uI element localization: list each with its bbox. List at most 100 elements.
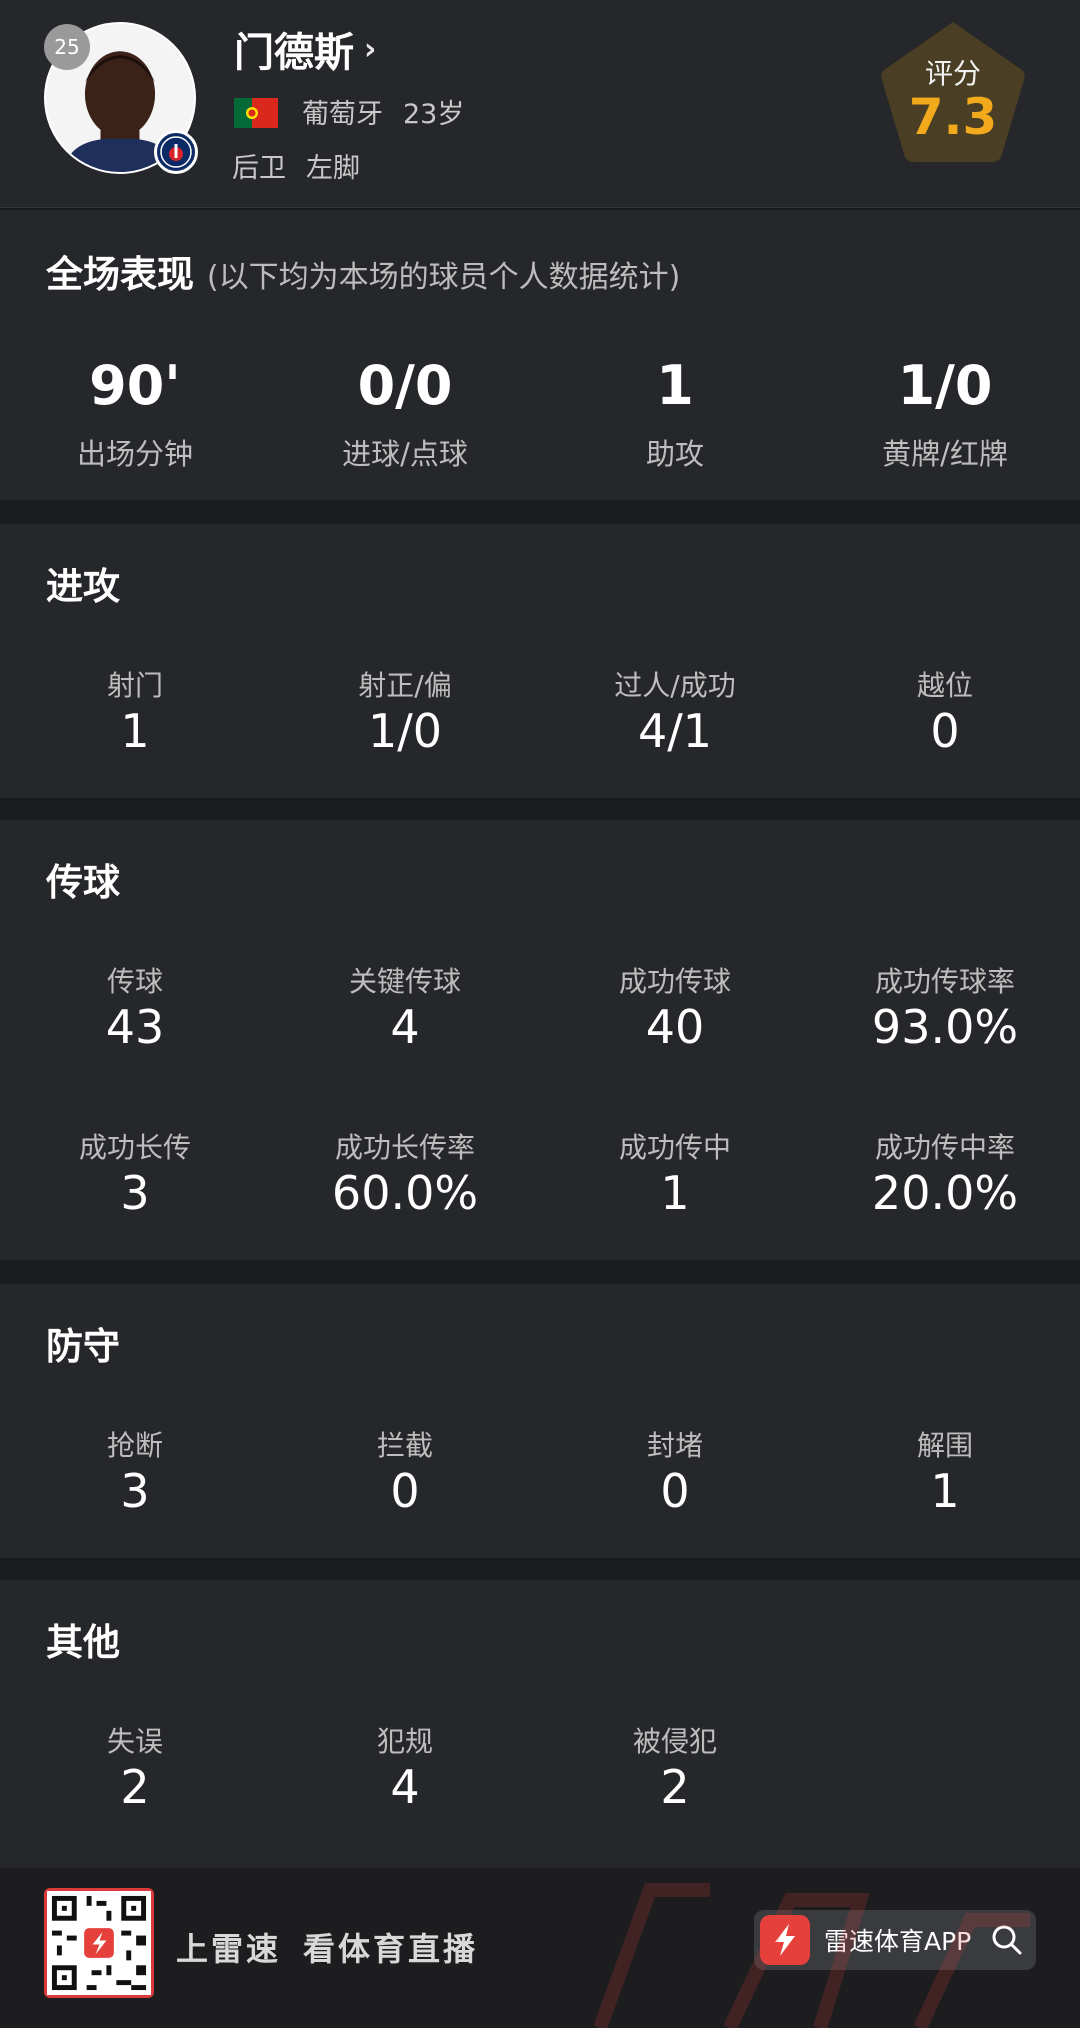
defense-stats: 抢断 3 拦截 0 封堵 0 解围 1 — [0, 1424, 1080, 1518]
stat-label: 封堵 — [646, 1429, 703, 1462]
stat-value: 0 — [930, 704, 960, 758]
stat-value: 1/0 — [367, 704, 443, 758]
qr-code-icon[interactable] — [44, 1888, 154, 1998]
defense-section: 防守 抢断 3 拦截 0 封堵 0 解围 1 — [0, 1284, 1080, 1558]
stat-label: 成功传中 — [618, 1131, 731, 1164]
stat-label: 射门 — [106, 669, 163, 702]
stat-value: 93.0% — [871, 1000, 1019, 1054]
stat-value: 2 — [660, 1760, 690, 1814]
stat-value: 4/1 — [637, 704, 713, 758]
other-stats: 失误 2 犯规 4 被侵犯 2 — [0, 1720, 1080, 1814]
stat-assists: 1 助攻 — [540, 354, 810, 473]
stat-value: 0 — [390, 1464, 420, 1518]
stat-key-passes: 关键传球 4 — [270, 960, 540, 1054]
stat-value: 1 — [120, 704, 150, 758]
attack-title: 进攻 — [46, 565, 120, 608]
overview-stats: 90' 出场分钟 0/0 进球/点球 1 助攻 1/0 黄牌/红牌 — [0, 354, 1080, 473]
stat-value: 40 — [645, 1000, 705, 1054]
stat-label: 成功长传率 — [334, 1131, 475, 1164]
stat-passes: 传球 43 — [0, 960, 270, 1054]
stat-errors: 失误 2 — [0, 1720, 270, 1814]
stat-value: 0/0 — [357, 354, 453, 417]
overview-title-row: 全场表现 (以下均为本场的球员个人数据统计) — [46, 244, 680, 298]
watermark-logo — [593, 1883, 1030, 2028]
slogan-part-2: 看体育直播 — [303, 1930, 479, 1968]
player-age: 23岁 — [403, 99, 465, 130]
stat-value: 90' — [89, 354, 181, 417]
stat-blocks: 封堵 0 — [540, 1424, 810, 1518]
player-header: 25 门德斯 › 葡萄牙 23岁 后卫 左脚 评分 7.3 — [0, 0, 1080, 208]
stat-value: 2 — [120, 1760, 150, 1814]
other-title: 其他 — [46, 1621, 120, 1664]
stat-accurate-passes: 成功传球 40 — [540, 960, 810, 1054]
stat-value: 20.0% — [871, 1166, 1019, 1220]
stat-value: 3 — [120, 1166, 150, 1220]
slogan-part-1: 上雷速 — [176, 1930, 282, 1968]
overview-section: 全场表现 (以下均为本场的球员个人数据统计) 90' 出场分钟 0/0 进球/点… — [0, 210, 1080, 500]
stat-cross-accuracy: 成功传中率 20.0% — [810, 1126, 1080, 1220]
player-position: 后卫 — [232, 153, 286, 184]
stat-label: 被侵犯 — [632, 1725, 717, 1758]
stat-label: 成功传球 — [618, 965, 731, 998]
stat-long-balls: 成功长传 3 — [0, 1126, 270, 1220]
stat-label: 进球/点球 — [342, 437, 468, 471]
stat-label: 传球 — [106, 965, 163, 998]
stat-shots-on-off: 射正/偏 1/0 — [270, 664, 540, 758]
stat-fouls: 犯规 4 — [270, 1720, 540, 1814]
stat-value: 1/0 — [897, 354, 993, 417]
stat-pass-accuracy: 成功传球率 93.0% — [810, 960, 1080, 1054]
stat-label: 成功长传 — [78, 1131, 191, 1164]
jersey-number-badge: 25 — [44, 24, 90, 70]
attack-section: 进攻 射门 1 射正/偏 1/0 过人/成功 4/1 越位 0 — [0, 524, 1080, 798]
stat-long-ball-accuracy: 成功长传率 60.0% — [270, 1126, 540, 1220]
club-badge-icon — [154, 130, 198, 174]
rating-badge: 评分 7.3 — [876, 18, 1030, 168]
stat-label: 助攻 — [645, 437, 704, 471]
other-section: 其他 失误 2 犯规 4 被侵犯 2 — [0, 1580, 1080, 1868]
overview-title: 全场表现 — [46, 253, 194, 296]
stat-value: 1 — [660, 1166, 690, 1220]
stat-label: 拦截 — [376, 1429, 433, 1462]
stat-minutes: 90' 出场分钟 — [0, 354, 270, 473]
stat-value: 4 — [390, 1760, 420, 1814]
stat-shots: 射门 1 — [0, 664, 270, 758]
stat-dribbles: 过人/成功 4/1 — [540, 664, 810, 758]
stat-goals-penalties: 0/0 进球/点球 — [270, 354, 540, 473]
stat-label: 关键传球 — [348, 965, 461, 998]
overview-subtitle: (以下均为本场的球员个人数据统计) — [206, 260, 681, 295]
stat-label: 抢断 — [106, 1429, 163, 1462]
passing-section: 传球 传球 43 关键传球 4 成功传球 40 成功传球率 93.0% 成功长传… — [0, 820, 1080, 1260]
stat-value: 3 — [120, 1464, 150, 1518]
stat-clearances: 解围 1 — [810, 1424, 1080, 1518]
rating-label: 评分 — [924, 57, 981, 90]
passing-stats-row-1: 传球 43 关键传球 4 成功传球 40 成功传球率 93.0% — [0, 960, 1080, 1054]
stat-label: 成功传球率 — [874, 965, 1015, 998]
stat-value: 1 — [656, 354, 694, 417]
player-name: 门德斯 — [234, 30, 354, 76]
footer-slogan: 上雷速 看体育直播 — [176, 1924, 478, 1970]
defense-title: 防守 — [46, 1325, 120, 1368]
attack-stats: 射门 1 射正/偏 1/0 过人/成功 4/1 越位 0 — [0, 664, 1080, 758]
stat-label: 射正/偏 — [358, 669, 452, 702]
nationality: 葡萄牙 — [302, 99, 383, 130]
stat-fouled: 被侵犯 2 — [540, 1720, 810, 1814]
stat-cards: 1/0 黄牌/红牌 — [810, 354, 1080, 473]
stat-value: 4 — [390, 1000, 420, 1054]
stat-value: 0 — [660, 1464, 690, 1518]
passing-stats-row-2: 成功长传 3 成功长传率 60.0% 成功传中 1 成功传中率 20.0% — [0, 1126, 1080, 1220]
stat-label: 成功传中率 — [874, 1131, 1015, 1164]
stat-label: 失误 — [106, 1725, 163, 1758]
stat-label: 犯规 — [376, 1725, 433, 1758]
stat-label: 解围 — [916, 1429, 973, 1462]
stat-crosses: 成功传中 1 — [540, 1126, 810, 1220]
chevron-right-icon: › — [364, 31, 377, 67]
stat-label: 黄牌/红牌 — [882, 437, 1008, 471]
player-name-link[interactable]: 门德斯 › — [234, 20, 376, 78]
stat-tackles: 抢断 3 — [0, 1424, 270, 1518]
preferred-foot: 左脚 — [306, 153, 360, 184]
stat-value: 43 — [105, 1000, 165, 1054]
rating-value: 7.3 — [908, 88, 998, 146]
stat-label: 越位 — [916, 669, 973, 702]
stat-value: 1 — [930, 1464, 960, 1518]
stat-interceptions: 拦截 0 — [270, 1424, 540, 1518]
